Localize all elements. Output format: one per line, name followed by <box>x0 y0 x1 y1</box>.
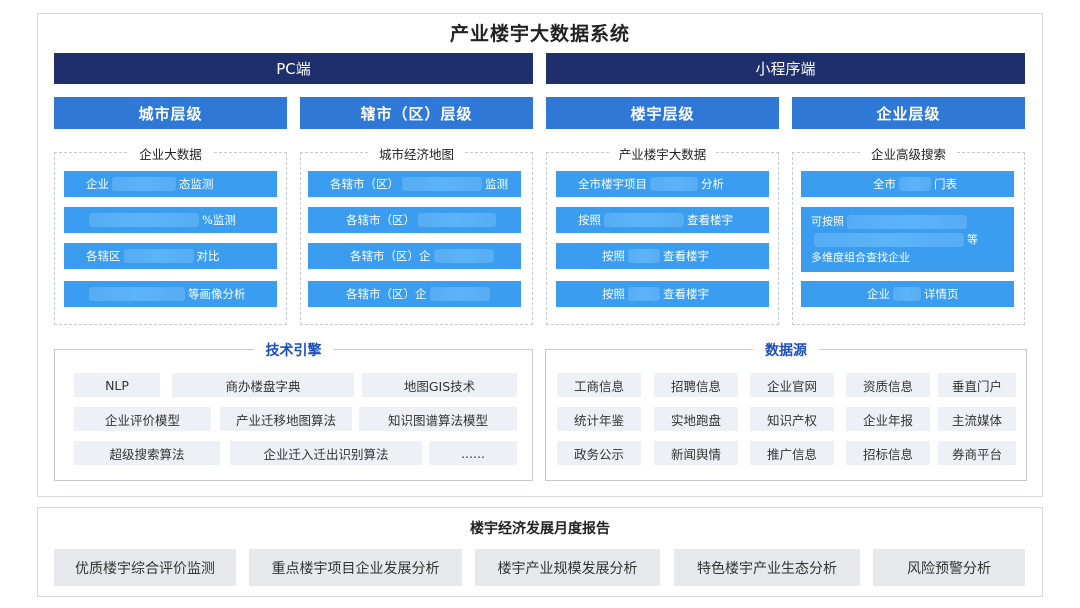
system-title: 产业楼宇大数据系统 <box>449 23 630 45</box>
data-source-item: 推广信息 <box>750 441 834 465</box>
tech-item: 商办楼盘字典 <box>172 373 354 397</box>
data-source-item: 招标信息 <box>846 441 930 465</box>
data-source-item: 统计年鉴 <box>557 407 641 431</box>
feature-item[interactable]: 各辖市（区） 监测 <box>308 171 521 197</box>
data-source-item: 企业官网 <box>750 373 834 397</box>
module-title: 企业高级搜索 <box>860 147 956 162</box>
level-city[interactable]: 城市层级 <box>54 97 287 129</box>
tech-item: 产业迁移地图算法 <box>220 407 352 431</box>
data-source-item: 券商平台 <box>938 441 1016 465</box>
feature-item[interactable]: 企业 态监测 <box>64 171 277 197</box>
data-source-item: 政务公示 <box>557 441 641 465</box>
tech-engine-title: 技术引擎 <box>253 343 334 359</box>
platform-pc[interactable]: PC端 <box>54 53 533 84</box>
data-source-item: 垂直门户 <box>938 373 1016 397</box>
tech-item: 超级搜索算法 <box>74 441 220 465</box>
tech-item: 企业评价模型 <box>74 407 211 431</box>
module-title: 产业楼宇大数据 <box>608 147 717 162</box>
tech-item: 知识图谱算法模型 <box>359 407 517 431</box>
report-item[interactable]: 重点楼宇项目企业发展分析 <box>249 549 462 586</box>
tech-item: 企业迁入迁出识别算法 <box>230 441 422 465</box>
feature-item[interactable]: 各辖区 对比 <box>64 243 277 269</box>
feature-item[interactable]: 全市楼宇项目 分析 <box>556 171 769 197</box>
report-item[interactable]: 风险预警分析 <box>873 549 1025 586</box>
feature-item[interactable]: 各辖市（区）企 <box>308 281 521 307</box>
data-source-item: 主流媒体 <box>938 407 1016 431</box>
feature-item[interactable]: 按照 查看楼宇 <box>556 281 769 307</box>
tech-item: NLP <box>74 373 160 397</box>
feature-item[interactable]: 按照 查看楼宇 <box>556 243 769 269</box>
data-source-item: 工商信息 <box>557 373 641 397</box>
feature-item[interactable]: 企业 详情页 <box>801 281 1014 307</box>
level-district[interactable]: 辖市（区）层级 <box>300 97 533 129</box>
feature-item[interactable]: 各辖市（区）企 <box>308 243 521 269</box>
feature-item[interactable]: 可按照 等 多维度组合查找企业 <box>801 207 1014 272</box>
platform-mini-program[interactable]: 小程序端 <box>546 53 1025 84</box>
feature-item[interactable]: 全市 门表 <box>801 171 1014 197</box>
module-title: 城市经济地图 <box>368 147 464 162</box>
data-source-item: 企业年报 <box>846 407 930 431</box>
feature-item[interactable]: 按照 查看楼宇 <box>556 207 769 233</box>
report-title: 楼宇经济发展月度报告 <box>470 521 610 537</box>
tech-item: 地图GIS技术 <box>362 373 517 397</box>
tech-item: ...... <box>429 441 517 465</box>
report-item[interactable]: 优质楼宇综合评价监测 <box>54 549 236 586</box>
feature-item[interactable]: %监测 <box>64 207 277 233</box>
data-source-item: 知识产权 <box>750 407 834 431</box>
feature-item[interactable]: 等画像分析 <box>64 281 277 307</box>
feature-item[interactable]: 各辖市（区） <box>308 207 521 233</box>
module-title: 企业大数据 <box>129 147 212 162</box>
data-source-title: 数据源 <box>753 343 819 359</box>
data-source-item: 资质信息 <box>846 373 930 397</box>
data-source-item: 新闻舆情 <box>654 441 738 465</box>
report-item[interactable]: 楼宇产业规模发展分析 <box>475 549 660 586</box>
level-enterprise[interactable]: 企业层级 <box>792 97 1025 129</box>
data-source-item: 招聘信息 <box>654 373 738 397</box>
level-building[interactable]: 楼宇层级 <box>546 97 779 129</box>
data-source-item: 实地跑盘 <box>654 407 738 431</box>
report-item[interactable]: 特色楼宇产业生态分析 <box>674 549 860 586</box>
